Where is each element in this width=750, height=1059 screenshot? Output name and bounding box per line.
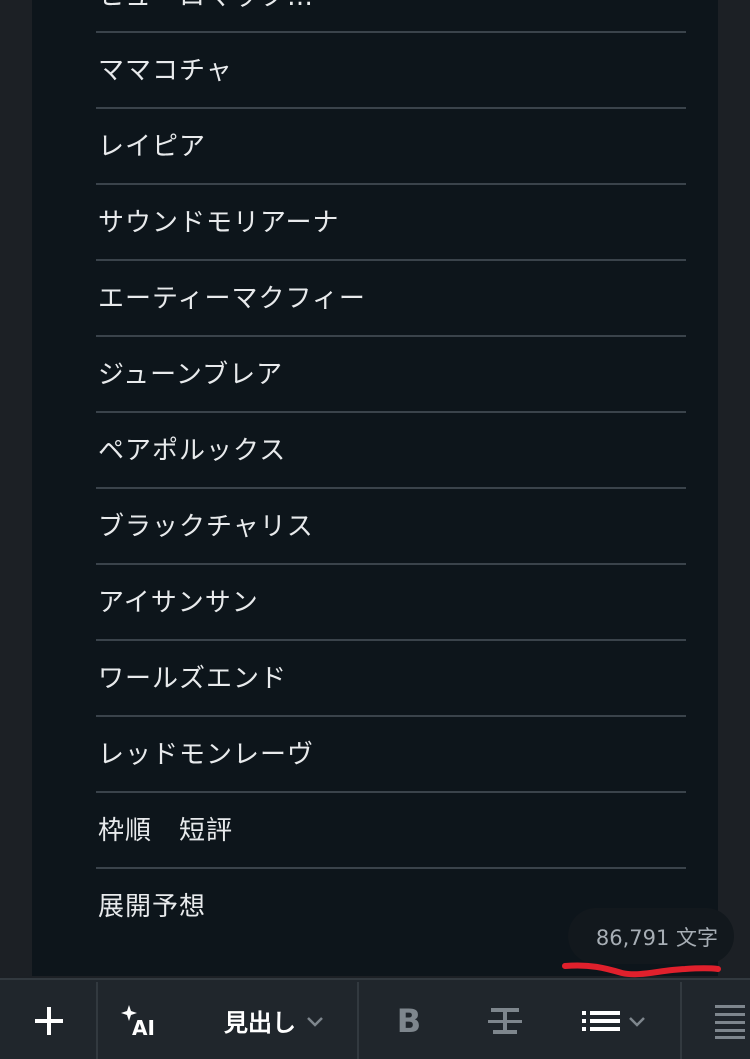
bold-button[interactable]: B [378, 980, 440, 1059]
list-item-label: ジューンブレア [98, 360, 284, 390]
list-item-label: レイピア [98, 132, 207, 162]
bold-icon: B [396, 1001, 422, 1040]
strikethrough-icon [488, 1007, 522, 1034]
list-item[interactable]: 枠順 短評 [96, 793, 686, 869]
character-count-badge: 86,791 文字 [568, 908, 734, 964]
list-item-label: 枠順 短評 [98, 816, 234, 846]
list-item[interactable]: アイサンサン [96, 565, 686, 641]
list-item[interactable]: ジューンブレア [96, 337, 686, 413]
heading-dropdown[interactable]: 見出し [212, 980, 338, 1059]
list-item[interactable]: レッドモンレーヴ [96, 717, 686, 793]
list-item-label: ワールズエンド [98, 664, 288, 694]
toolbar-divider [96, 982, 98, 1059]
list-item-label: アイサンサン [98, 588, 259, 618]
list-item[interactable]: ヒューロマック… [96, 0, 686, 33]
list-item[interactable]: ブラックチャリス [96, 489, 686, 565]
list-item-label: ヒューロマック… [98, 0, 314, 13]
character-count: 86,791 文字 [595, 926, 718, 950]
ai-sparkle-icon: AI [121, 1004, 155, 1039]
list-item[interactable]: ワールズエンド [96, 641, 686, 717]
chevron-down-icon [629, 1016, 645, 1027]
editor-area[interactable]: ヒューロマック… ママコチャ レイピア サウンドモリアーナ エーティーマクフィー… [32, 0, 718, 976]
strikethrough-button[interactable] [474, 980, 536, 1059]
red-underline-annotation [562, 962, 721, 978]
entry-list: ヒューロマック… ママコチャ レイピア サウンドモリアーナ エーティーマクフィー… [96, 0, 686, 945]
list-item-label: ペアポルックス [98, 436, 287, 466]
ai-assist-button[interactable]: AI [108, 980, 176, 1059]
list-item[interactable]: ペアポルックス [96, 413, 686, 489]
list-item-label: エーティーマクフィー [98, 284, 366, 314]
chevron-down-icon [307, 1016, 323, 1027]
toolbar-divider [680, 982, 682, 1059]
list-dropdown[interactable] [572, 980, 656, 1059]
list-item-label: ブラックチャリス [98, 512, 314, 542]
app-screen: ヒューロマック… ママコチャ レイピア サウンドモリアーナ エーティーマクフィー… [0, 0, 750, 1059]
plus-icon [35, 1006, 63, 1035]
list-item[interactable]: サウンドモリアーナ [96, 185, 686, 261]
toolbar-divider [357, 982, 359, 1059]
list-item-label: サウンドモリアーナ [98, 208, 340, 238]
list-item-label: 展開予想 [98, 892, 207, 922]
list-item-label: ママコチャ [98, 56, 233, 86]
align-button[interactable] [700, 980, 750, 1059]
align-icon [715, 1004, 745, 1039]
svg-text:AI: AI [132, 1016, 155, 1039]
editor-toolbar: AI 見出し B [0, 978, 750, 1059]
heading-dropdown-label: 見出し [224, 1009, 296, 1037]
list-item[interactable]: エーティーマクフィー [96, 261, 686, 337]
bullet-list-icon [582, 1010, 620, 1031]
list-item-label: レッドモンレーヴ [98, 740, 315, 770]
list-item[interactable]: ママコチャ [96, 33, 686, 109]
list-item[interactable]: レイピア [96, 109, 686, 185]
add-button[interactable] [8, 980, 90, 1059]
